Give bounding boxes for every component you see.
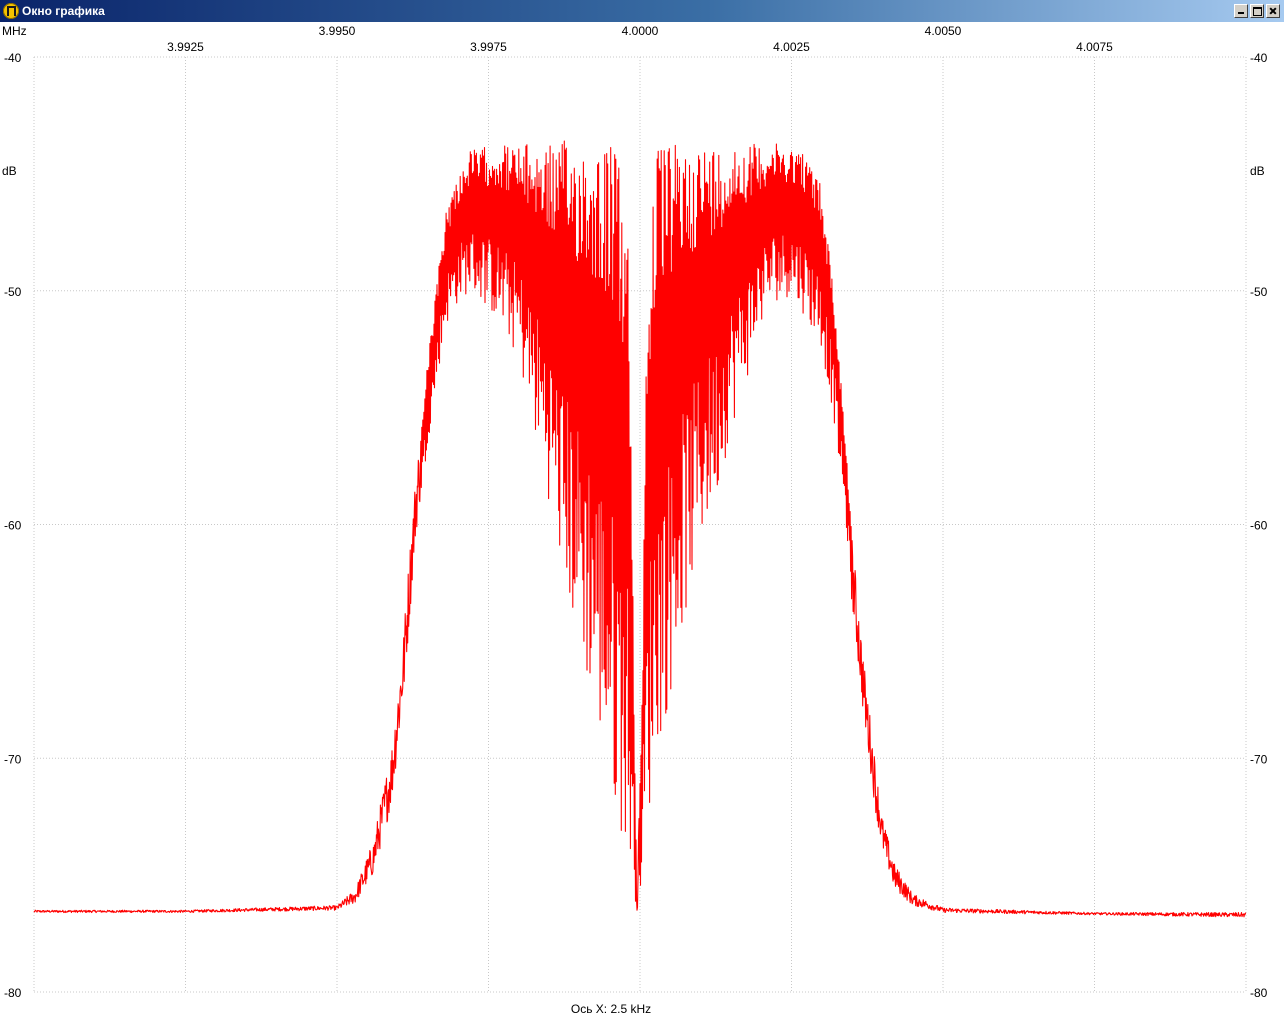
- y-tick-label-left: -50: [4, 285, 22, 299]
- x-tick-label: 3.9975: [470, 40, 507, 54]
- y-unit-label-left: dB: [2, 164, 17, 178]
- close-button[interactable]: [1266, 4, 1280, 18]
- x-tick-label: 4.0025: [773, 40, 810, 54]
- chart-background: [0, 22, 1284, 1024]
- y-tick-label-right: -50: [1250, 285, 1268, 299]
- y-tick-label-left: -80: [4, 986, 22, 1000]
- x-tick-label: 4.0075: [1076, 40, 1113, 54]
- y-tick-label-left: -60: [4, 519, 22, 533]
- app-icon: [3, 3, 19, 19]
- x-tick-label: 3.9950: [319, 24, 356, 38]
- y-tick-label-left: -40: [4, 51, 22, 65]
- y-tick-label-left: -70: [4, 752, 22, 766]
- y-tick-label-right: -70: [1250, 752, 1268, 766]
- x-unit-label: MHz: [2, 24, 27, 38]
- x-axis-caption: Ось X: 2.5 kHz: [571, 1002, 651, 1016]
- maximize-button[interactable]: [1250, 4, 1264, 18]
- x-tick-label: 4.0000: [622, 24, 659, 38]
- y-tick-label-right: -40: [1250, 51, 1268, 65]
- minimize-button[interactable]: [1234, 4, 1248, 18]
- window-title: Окно графика: [22, 4, 105, 18]
- y-tick-label-right: -60: [1250, 519, 1268, 533]
- y-unit-label-right: dB: [1250, 164, 1265, 178]
- y-tick-label-right: -80: [1250, 986, 1268, 1000]
- window-controls: [1234, 4, 1280, 18]
- spectrum-chart[interactable]: -40 -40 -50 -50 -60 -60 -70 -70 -80 -80 3.9925 3.99…: [0, 22, 1284, 1024]
- window-titlebar[interactable]: Окно графика: [0, 0, 1284, 22]
- x-tick-label: 4.0050: [925, 24, 962, 38]
- x-tick-label: 3.9925: [167, 40, 204, 54]
